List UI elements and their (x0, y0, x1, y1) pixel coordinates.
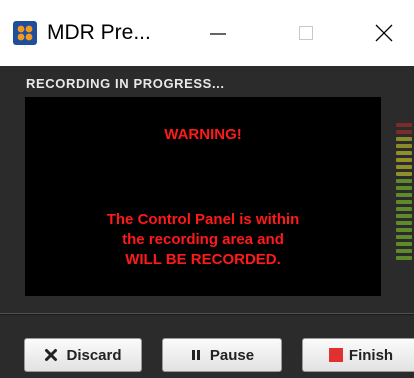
discard-label: Discard (66, 346, 122, 364)
warning-line: WILL BE RECORDED. (125, 251, 281, 268)
title-bar[interactable]: MDR Pre... (0, 0, 414, 66)
meter-segment (396, 193, 412, 197)
meter-segment (396, 249, 412, 253)
maximize-button[interactable] (276, 0, 336, 66)
meter-segment (396, 214, 412, 218)
meter-segment (396, 151, 412, 155)
recorder-window: MDR Pre... RECORDING IN PROGRESS... WARN… (0, 0, 414, 378)
meter-segment (396, 179, 412, 183)
warning-title: WARNING! (164, 126, 242, 143)
meter-segment (396, 158, 412, 162)
recording-status: RECORDING IN PROGRESS... (26, 76, 225, 91)
warning-message: The Control Panel is within the recordin… (25, 210, 381, 270)
meter-segment (396, 221, 412, 225)
preview-area: WARNING! The Control Panel is within the… (25, 97, 381, 296)
window-title: MDR Pre... (47, 21, 151, 44)
meter-segment (396, 235, 412, 239)
meter-segment (396, 186, 412, 190)
finish-button[interactable]: Finish (302, 338, 414, 372)
meter-segment (396, 123, 412, 127)
app-logo-icon (13, 21, 37, 45)
meter-segment (396, 144, 412, 148)
pause-icon (190, 348, 202, 362)
meter-segment (396, 228, 412, 232)
meter-segment (396, 130, 412, 134)
meter-segment (396, 242, 412, 246)
meter-segment (396, 200, 412, 204)
minimize-icon (210, 33, 226, 35)
minimize-button[interactable] (188, 0, 248, 66)
close-icon (375, 24, 393, 42)
close-button[interactable] (354, 0, 414, 66)
finish-label: Finish (348, 346, 394, 364)
meter-segment (396, 256, 412, 260)
maximize-icon (299, 26, 313, 40)
pause-label: Pause (209, 346, 255, 364)
meter-segment (396, 137, 412, 141)
divider-shadow (0, 314, 414, 315)
meter-segment (396, 172, 412, 176)
x-icon (44, 348, 58, 362)
meter-segment (396, 207, 412, 211)
pause-button[interactable]: Pause (162, 338, 282, 372)
stop-square-icon (328, 348, 343, 362)
warning-line: The Control Panel is within (106, 211, 300, 228)
warning-line: the recording area and (122, 231, 284, 248)
audio-level-meter (394, 123, 414, 293)
discard-button[interactable]: Discard (24, 338, 142, 372)
meter-segment (396, 165, 412, 169)
